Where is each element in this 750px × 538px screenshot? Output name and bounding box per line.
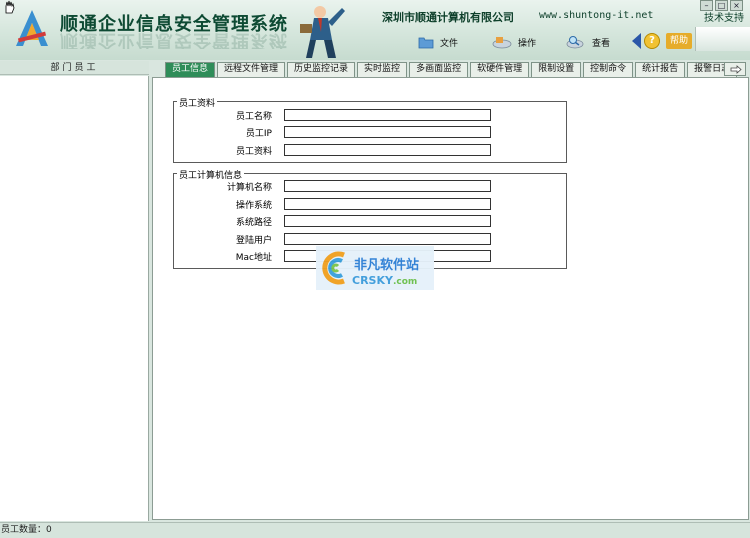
menu-file[interactable]: 文件 — [418, 33, 458, 51]
employee-count-status: 员工数量：0 — [1, 525, 52, 535]
minimize-button[interactable]: – — [700, 0, 713, 11]
menu-operation[interactable]: 操作 — [492, 33, 536, 51]
tab-employee-info[interactable]: 员工信息 — [165, 62, 216, 77]
employee-profile-field[interactable] — [284, 144, 491, 156]
app-title-reflection: 顺通企业信息安全管理系统 — [60, 31, 288, 49]
employee-name-label: 员工名称 — [235, 112, 272, 122]
maximize-button[interactable]: □ — [715, 0, 728, 11]
tab-bar: 员工信息 远程文件管理 历史监控记录 实时监控 多画面监控 软硬件管理 限制设置… — [165, 62, 739, 77]
menu-help[interactable]: ? 帮助 — [632, 30, 710, 52]
department-staff-tree[interactable] — [0, 76, 149, 521]
watermark-english-text: CRSKY.com — [352, 274, 417, 287]
os-field[interactable] — [284, 198, 491, 210]
system-path-field[interactable] — [284, 215, 491, 227]
tab-multi-screen-monitoring[interactable]: 多画面监控 — [409, 62, 469, 77]
logo-icon — [16, 10, 48, 46]
menu-view[interactable]: 查看 — [566, 33, 610, 51]
tools-icon — [492, 37, 512, 49]
os-label: 操作系统 — [235, 201, 272, 211]
website-link[interactable]: www.shuntong-it.net — [539, 10, 653, 21]
menu-view-label: 查看 — [592, 38, 611, 49]
employee-profile-label: 员工资料 — [235, 147, 272, 157]
mac-address-label: Mac地址 — [235, 253, 272, 263]
crsky-watermark: 非凡软件站 CRSKY.com — [316, 246, 434, 290]
folder-icon — [418, 37, 434, 49]
employee-ip-field[interactable] — [284, 126, 491, 138]
watermark-domain: .com — [392, 277, 418, 287]
employee-info-group-title: 员工资料 — [177, 96, 218, 109]
tab-control-commands[interactable]: 控制命令 — [583, 62, 634, 77]
tab-history-monitoring[interactable]: 历史监控记录 — [287, 62, 356, 77]
employee-name-field[interactable] — [284, 109, 491, 121]
status-bar: 员工数量：0 — [0, 522, 750, 538]
tab-restriction-settings[interactable]: 限制设置 — [531, 62, 582, 77]
title-bar: 顺通企业信息安全管理系统 顺通企业信息安全管理系统 深圳市顺通计算机有限公司 w… — [0, 0, 750, 60]
window-controls: – □ × — [700, 0, 750, 12]
crsky-logo-icon — [322, 251, 345, 285]
login-user-field[interactable] — [284, 233, 491, 245]
close-button[interactable]: × — [730, 0, 743, 11]
login-user-label: 登陆用户 — [235, 236, 272, 246]
back-arrow-icon — [632, 33, 641, 49]
menu-file-label: 文件 — [440, 38, 459, 49]
menu-help-label: 帮助 — [666, 33, 693, 49]
employee-info-group: 员工资料 员工名称 员工IP 员工资料 — [173, 96, 567, 163]
employee-ip-label: 员工IP — [245, 129, 272, 139]
tab-scroll-right-button[interactable] — [724, 62, 746, 76]
department-staff-header: 部门员工 — [0, 61, 149, 75]
menu-operation-label: 操作 — [518, 38, 537, 49]
system-path-label: 系统路径 — [235, 218, 272, 228]
business-man-illustration-icon — [300, 6, 345, 58]
company-name: 深圳市顺通计算机有限公司 — [382, 11, 514, 24]
watermark-chinese-text: 非凡软件站 — [354, 258, 420, 273]
tab-remote-file-management[interactable]: 远程文件管理 — [217, 62, 286, 77]
employee-info-panel: 员工资料 员工名称 员工IP 员工资料 员工计算机信息 计算机名称 操作系统 系… — [152, 77, 749, 520]
watermark-brand: CRSKY — [352, 274, 393, 287]
magnifier-icon — [566, 36, 584, 49]
tab-software-hardware[interactable]: 软硬件管理 — [470, 62, 530, 77]
arrow-right-icon — [730, 65, 742, 74]
help-icon: ? — [644, 33, 660, 49]
tab-realtime-monitoring[interactable]: 实时监控 — [357, 62, 408, 77]
tab-statistics-report[interactable]: 统计报告 — [635, 62, 686, 77]
computer-name-label: 计算机名称 — [226, 183, 272, 193]
computer-name-field[interactable] — [284, 180, 491, 192]
